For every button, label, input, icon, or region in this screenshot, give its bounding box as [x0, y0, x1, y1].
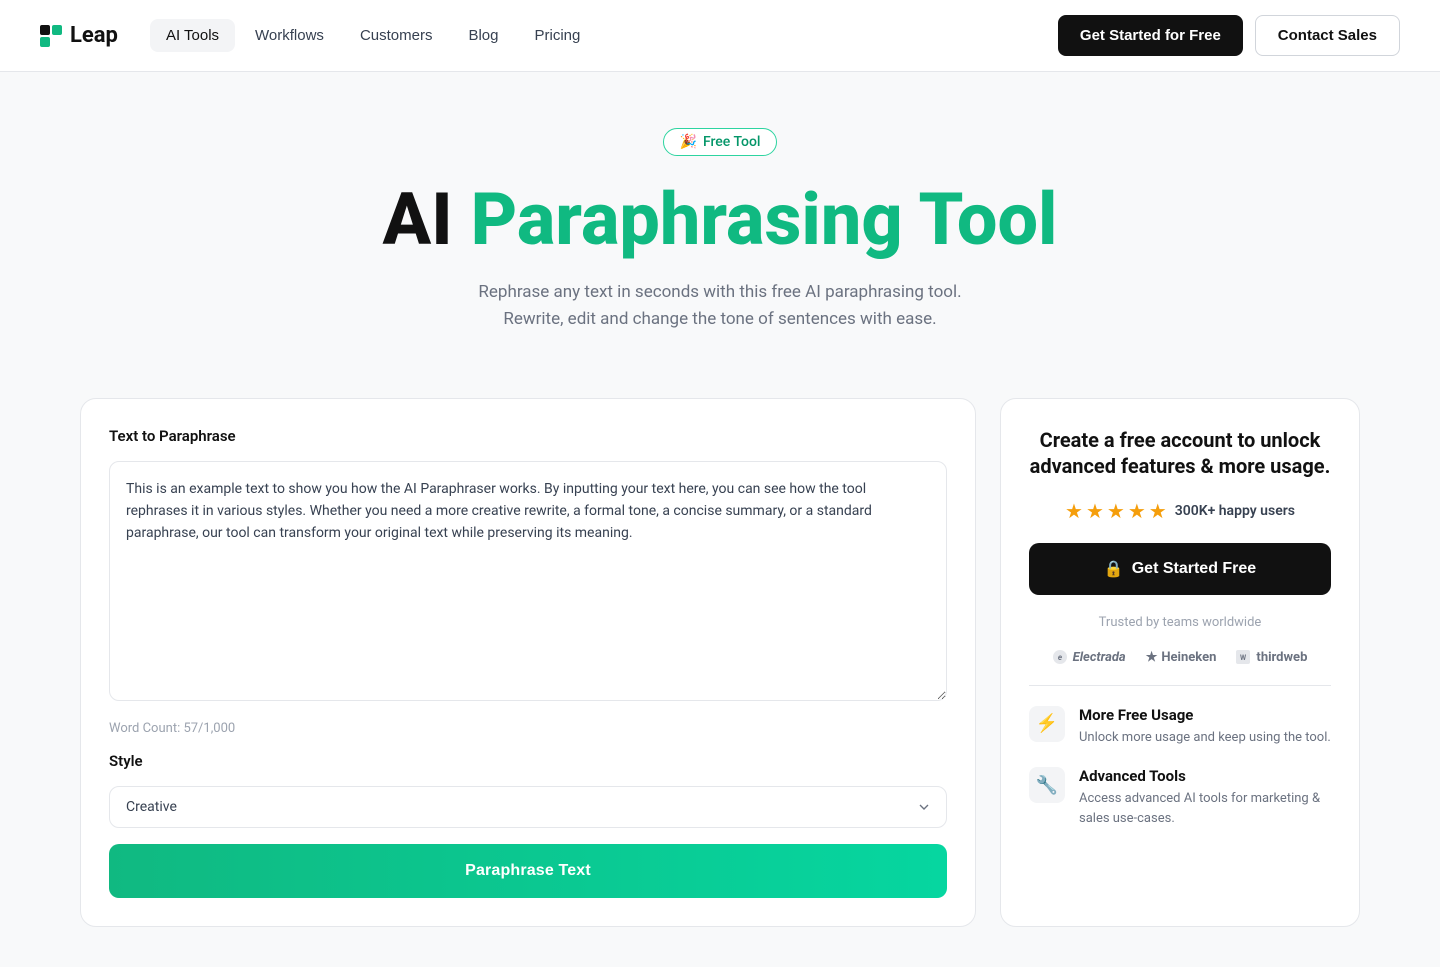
star-1: ★ [1065, 499, 1083, 523]
badge-text: Free Tool [703, 134, 761, 150]
left-panel: Text to Paraphrase Word Count: 57/1,000 … [80, 398, 976, 927]
divider [1029, 685, 1331, 686]
advanced-tools-desc: Access advanced AI tools for marketing &… [1079, 789, 1331, 828]
brand-heineken: Heineken [1146, 650, 1217, 665]
lock-icon: 🔒 [1104, 559, 1124, 579]
logo-text: Leap [70, 23, 118, 48]
nav-right: Get Started for Free Contact Sales [1058, 15, 1400, 56]
more-usage-icon: ⚡ [1029, 706, 1065, 742]
hero-title-teal: Paraphrasing Tool [471, 177, 1058, 262]
nav-customers[interactable]: Customers [344, 19, 449, 52]
get-started-label: Get Started Free [1132, 560, 1256, 578]
nav-pricing[interactable]: Pricing [519, 19, 597, 52]
badge-icon: 🎉 [680, 134, 697, 150]
advanced-tools-text: Advanced Tools Access advanced AI tools … [1079, 767, 1331, 828]
nav-links: AI Tools Workflows Customers Blog Pricin… [150, 19, 596, 52]
right-panel-heading: Create a free account to unlock advanced… [1029, 427, 1331, 479]
get-started-button[interactable]: 🔒 Get Started Free [1029, 543, 1331, 595]
brand-electrada: e Electrada [1053, 650, 1126, 665]
hero-subtitle-line1: Rephrase any text in seconds with this f… [478, 282, 961, 302]
more-usage-title: More Free Usage [1079, 706, 1331, 724]
paraphrase-textarea[interactable] [109, 461, 947, 701]
text-input-label: Text to Paraphrase [109, 427, 947, 445]
happy-users-count: 300K+ happy users [1175, 503, 1295, 519]
nav-get-started-button[interactable]: Get Started for Free [1058, 15, 1243, 56]
logo-icon [40, 25, 62, 47]
svg-text:W: W [1240, 654, 1247, 662]
advanced-tools-icon: 🔧 [1029, 767, 1065, 803]
nav-workflows[interactable]: Workflows [239, 19, 340, 52]
more-usage-text: More Free Usage Unlock more usage and ke… [1079, 706, 1331, 748]
brand-logos: e Electrada Heineken W thirdweb [1029, 650, 1331, 665]
style-select[interactable]: Creative Formal Concise Standard [109, 786, 947, 828]
main-content: Text to Paraphrase Word Count: 57/1,000 … [40, 374, 1400, 967]
more-usage-desc: Unlock more usage and keep using the too… [1079, 728, 1331, 748]
hero-title: AI Paraphrasing Tool [40, 180, 1400, 259]
stars: ★ ★ ★ ★ ★ [1065, 499, 1167, 523]
stars-row: ★ ★ ★ ★ ★ 300K+ happy users [1029, 499, 1331, 523]
star-3: ★ [1107, 499, 1125, 523]
feature-more-usage: ⚡ More Free Usage Unlock more usage and … [1029, 706, 1331, 748]
nav-contact-sales-button[interactable]: Contact Sales [1255, 15, 1400, 56]
star-5: ★ [1149, 499, 1167, 523]
star-4: ★ [1128, 499, 1146, 523]
textarea-wrapper [109, 461, 947, 705]
hero-subtitle: Rephrase any text in seconds with this f… [420, 279, 1020, 333]
advanced-tools-title: Advanced Tools [1079, 767, 1331, 785]
hero-section: 🎉 Free Tool AI Paraphrasing Tool Rephras… [0, 72, 1440, 374]
style-label: Style [109, 752, 947, 770]
hero-subtitle-line2: Rewrite, edit and change the tone of sen… [503, 309, 936, 329]
feature-advanced-tools: 🔧 Advanced Tools Access advanced AI tool… [1029, 767, 1331, 828]
paraphrase-button[interactable]: Paraphrase Text [109, 844, 947, 898]
brand-thirdweb: W thirdweb [1236, 650, 1307, 665]
hero-title-black: AI [383, 177, 453, 262]
navigation: Leap AI Tools Workflows Customers Blog P… [0, 0, 1440, 72]
word-count: Word Count: 57/1,000 [109, 721, 947, 736]
right-panel: Create a free account to unlock advanced… [1000, 398, 1360, 927]
nav-blog[interactable]: Blog [452, 19, 514, 52]
nav-ai-tools[interactable]: AI Tools [150, 19, 235, 52]
nav-left: Leap AI Tools Workflows Customers Blog P… [40, 19, 596, 52]
star-2: ★ [1086, 499, 1104, 523]
trusted-label: Trusted by teams worldwide [1029, 615, 1331, 630]
free-tool-badge: 🎉 Free Tool [663, 128, 778, 156]
